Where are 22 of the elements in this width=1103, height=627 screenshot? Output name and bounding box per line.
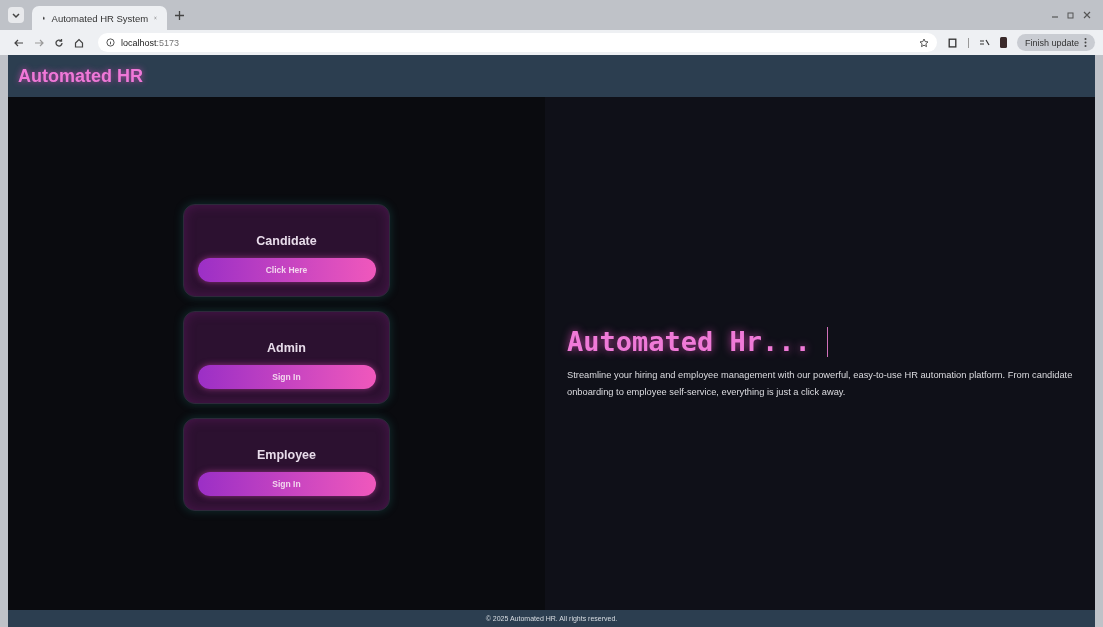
card-title: Employee xyxy=(256,448,317,462)
card-title: Candidate xyxy=(256,234,317,248)
brand-title: Automated HR xyxy=(18,65,143,87)
more-icon xyxy=(1084,38,1087,47)
info-icon xyxy=(106,38,115,47)
profile-icon[interactable] xyxy=(999,37,1007,48)
close-window-icon[interactable] xyxy=(1083,11,1091,19)
browser-tab[interactable]: Automated HR System xyxy=(32,6,167,30)
reload-icon[interactable] xyxy=(54,37,64,48)
star-icon[interactable] xyxy=(918,37,929,48)
back-icon[interactable] xyxy=(14,37,24,48)
finish-update-button[interactable]: Finish update xyxy=(1016,34,1095,51)
address-field[interactable]: localhost:5173 xyxy=(98,33,937,52)
restore-icon[interactable] xyxy=(1067,11,1075,19)
typing-cursor xyxy=(826,326,829,357)
tab-title: Automated HR System xyxy=(51,12,149,24)
new-tab-icon[interactable] xyxy=(175,10,184,20)
card-title: Admin xyxy=(267,341,306,355)
home-icon[interactable] xyxy=(74,37,84,48)
hero-description: Streamline your hiring and employee management with our powerful, easy-to-use HR automation platform. From candidate onboarding to employee self-service, everything is just a click away. xyxy=(567,369,1074,399)
hero-heading: Automated Hr... xyxy=(567,326,811,357)
tab-list-icon[interactable] xyxy=(8,7,24,23)
